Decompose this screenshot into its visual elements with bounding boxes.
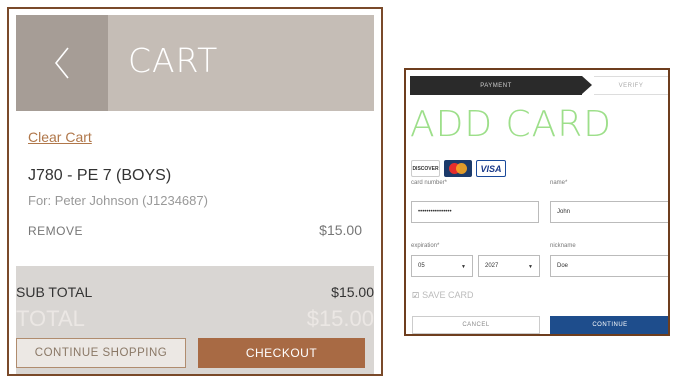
cart-item-price: $15.00: [319, 222, 362, 238]
nickname-label: nickname: [550, 243, 576, 249]
cart-header: CART: [16, 15, 374, 111]
name-value: John: [557, 209, 571, 215]
subtotal-label: SUB TOTAL: [16, 284, 93, 300]
name-field[interactable]: John: [550, 201, 668, 223]
save-card-checkbox[interactable]: ☑ SAVE CARD: [412, 290, 474, 300]
exp-month-select[interactable]: 05 ▼: [411, 255, 473, 277]
cart-content: CART Clear Cart J780 - PE 7 (BOYS) For: …: [16, 15, 374, 374]
cart-item-title: J780 - PE 7 (BOYS): [28, 167, 172, 184]
continue-button[interactable]: CONTINUE: [550, 316, 668, 334]
remove-item-button[interactable]: REMOVE: [28, 224, 83, 238]
back-button[interactable]: [16, 15, 108, 111]
total-value: $15.00: [306, 306, 374, 331]
chevron-left-icon: [54, 47, 69, 79]
cart-panel: CART Clear Cart J780 - PE 7 (BOYS) For: …: [7, 7, 383, 376]
add-card-title: ADD CARD: [410, 104, 613, 145]
page-title: CART: [128, 41, 219, 80]
name-label: name*: [550, 180, 568, 186]
exp-year-value: 2027: [485, 263, 499, 269]
continue-shopping-button[interactable]: CONTINUE SHOPPING: [16, 338, 186, 368]
exp-month-value: 05: [418, 263, 425, 269]
cancel-button[interactable]: CANCEL: [412, 316, 540, 334]
step-payment: PAYMENT: [410, 76, 582, 95]
dropdown-arrow-icon: ▼: [528, 264, 533, 270]
step-verify: VERIFY: [594, 76, 668, 95]
add-card-panel: PAYMENT VERIFY ADD CARD DISCOVER VISA ca…: [404, 68, 670, 336]
card-number-value: ••••••••••••••••: [418, 209, 452, 215]
cart-item-for: For: Peter Johnson (J1234687): [28, 193, 208, 208]
nickname-field[interactable]: Doe: [550, 255, 668, 277]
cart-summary: SUB TOTAL $15.00 TOTAL $15.00 CONTINUE S…: [16, 266, 374, 374]
visa-logo: VISA: [476, 160, 506, 177]
checkbox-checked-icon: ☑: [412, 290, 420, 300]
mastercard-logo: [444, 160, 472, 177]
card-number-label: card number*: [411, 180, 448, 186]
subtotal-value: $15.00: [331, 284, 374, 300]
card-number-field[interactable]: ••••••••••••••••: [411, 201, 539, 223]
checkout-button[interactable]: CHECKOUT: [198, 338, 365, 368]
nickname-value: Doe: [557, 263, 569, 269]
exp-year-select[interactable]: 2027 ▼: [478, 255, 540, 277]
progress-steps: PAYMENT VERIFY: [410, 76, 668, 95]
mastercard-circle-yellow: [456, 163, 467, 174]
save-card-label: SAVE CARD: [422, 290, 474, 300]
expiration-label: expiration*: [411, 243, 440, 249]
card-logos: DISCOVER VISA: [411, 160, 506, 177]
discover-logo: DISCOVER: [411, 160, 440, 177]
total-label: TOTAL: [16, 306, 85, 331]
clear-cart-link[interactable]: Clear Cart: [28, 129, 92, 145]
step-arrow: [582, 76, 592, 94]
dropdown-arrow-icon: ▼: [461, 264, 466, 270]
